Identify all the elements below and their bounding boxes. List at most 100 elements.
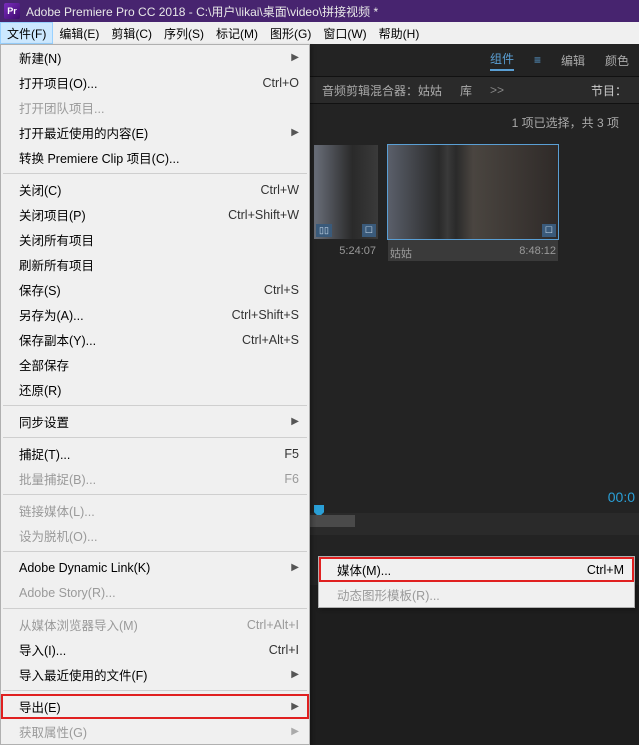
thumbnail-strip: ▯▯ ☐ 5:24:07 ☐ 姑姑 8:48:12 (310, 137, 639, 261)
menu-file[interactable]: 文件(F) (0, 22, 53, 44)
menu-item-label: 捕捉(T)... (19, 444, 70, 463)
menu-item-label: 关闭项目(P) (19, 205, 86, 224)
menu-window[interactable]: 窗口(W) (317, 22, 372, 44)
chevron-right-icon[interactable]: >> (490, 83, 504, 97)
panel-tab-audiomixer[interactable]: 音频剪辑混合器：姑姑 (322, 82, 442, 99)
menu-separator (3, 690, 307, 691)
menu-item[interactable]: 新建(N) ▶ (1, 45, 309, 70)
thumb-duration: 8:48:12 (519, 245, 556, 261)
menu-item[interactable]: Adobe Dynamic Link(K) ▶ (1, 555, 309, 580)
expand-badge-icon: ☐ (362, 224, 376, 237)
panel-tab-library[interactable]: 库 (460, 82, 472, 99)
panel-tab-program[interactable]: 节目： (591, 82, 627, 99)
menu-separator (3, 173, 307, 174)
thumbnail-item[interactable]: ☐ 姑姑 8:48:12 (388, 145, 558, 261)
menu-item-label: 导入最近使用的文件(F) (19, 665, 147, 684)
menu-item-label: Adobe Dynamic Link(K) (19, 561, 150, 575)
menu-item-label: 另存为(A)... (19, 305, 84, 324)
menu-item[interactable]: 打开最近使用的内容(E)▶ (1, 120, 309, 145)
export-submenu: 媒体(M)...Ctrl+M动态图形模板(R)... (318, 556, 635, 608)
menu-item-shortcut: F6 (284, 472, 299, 486)
expand-badge-icon: ☐ (542, 224, 556, 237)
menu-item-label: 打开项目(O)... (19, 73, 97, 92)
thumbnail-item[interactable]: ▯▯ ☐ 5:24:07 (314, 145, 378, 261)
titlebar: Pr Adobe Premiere Pro CC 2018 - C:\用户\li… (0, 0, 639, 22)
thumb-duration: 5:24:07 (339, 245, 376, 257)
menu-item-label: 关闭所有项目 (19, 230, 94, 249)
menu-item[interactable]: 全部保存 (1, 352, 309, 377)
menu-item[interactable]: 导入(I)...Ctrl+I (1, 637, 309, 662)
tab-color[interactable]: 颜色 (605, 52, 629, 69)
menu-item-shortcut: Ctrl+Alt+I (247, 618, 299, 632)
menu-item-shortcut: Ctrl+Alt+S (242, 333, 299, 347)
menu-item: Adobe Story(R)... (1, 580, 309, 605)
hamburger-icon[interactable]: ≡ (534, 53, 541, 67)
menu-item-label: 转换 Premiere Clip 项目(C)... (19, 148, 179, 167)
menu-item[interactable]: 保存副本(Y)... Ctrl+Alt+S (1, 327, 309, 352)
timeline-track[interactable] (310, 513, 639, 535)
menu-item[interactable]: 保存(S) Ctrl+S (1, 277, 309, 302)
menu-item-label: 关闭(C) (19, 180, 61, 199)
tab-assembly[interactable]: 组件 (490, 50, 514, 71)
menu-item-shortcut: Ctrl+S (264, 283, 299, 297)
menu-item[interactable]: 另存为(A)... Ctrl+Shift+S (1, 302, 309, 327)
menu-item-label: 打开团队项目... (19, 98, 104, 117)
menu-item-shortcut: Ctrl+W (260, 183, 299, 197)
menu-item-shortcut: Ctrl+I (269, 643, 299, 657)
menu-item[interactable]: 导出(E)▶ (1, 694, 309, 719)
menubar: 文件(F) 编辑(E) 剪辑(C) 序列(S) 标记(M) 图形(G) 窗口(W… (0, 22, 639, 44)
menu-item-label: 保存(S) (19, 280, 61, 299)
menu-item[interactable]: 关闭项目(P)Ctrl+Shift+W (1, 202, 309, 227)
submenu-item-label: 媒体(M)... (337, 560, 391, 579)
tab-edit[interactable]: 编辑 (561, 52, 585, 69)
menu-item-shortcut: Ctrl+Shift+S (232, 308, 299, 322)
menu-item[interactable]: 捕捉(T)...F5 (1, 441, 309, 466)
menu-help[interactable]: 帮助(H) (373, 22, 426, 44)
menu-item[interactable]: 转换 Premiere Clip 项目(C)... (1, 145, 309, 170)
menu-item[interactable]: 打开项目(O)... Ctrl+O (1, 70, 309, 95)
menu-item[interactable]: 刷新所有项目 (1, 252, 309, 277)
menu-item-label: 还原(R) (19, 380, 61, 399)
chevron-right-icon: ▶ (291, 52, 299, 63)
menu-item-label: 设为脱机(O)... (19, 526, 97, 545)
submenu-item-shortcut: Ctrl+M (587, 563, 624, 577)
menu-separator (3, 405, 307, 406)
menu-item[interactable]: 还原(R) (1, 377, 309, 402)
menu-separator (3, 437, 307, 438)
chevron-right-icon: ▶ (291, 562, 299, 573)
menu-marker[interactable]: 标记(M) (210, 22, 264, 44)
menu-separator (3, 494, 307, 495)
menu-edit[interactable]: 编辑(E) (53, 22, 105, 44)
menu-item-label: 导出(E) (19, 697, 61, 716)
menu-item[interactable]: 导入最近使用的文件(F) ▶ (1, 662, 309, 687)
timeline-clip[interactable] (310, 515, 355, 527)
chevron-right-icon: ▶ (291, 416, 299, 427)
menu-item-label: 全部保存 (19, 355, 69, 374)
selection-status: 1 项已选择，共 3 项 (310, 104, 639, 137)
menu-item-label: 批量捕捉(B)... (19, 469, 96, 488)
menu-item-label: 同步设置 (19, 412, 69, 431)
menu-item: 打开团队项目... (1, 95, 309, 120)
workspace-tabbar: 组件 ≡ 编辑 颜色 (310, 44, 639, 76)
menu-separator (3, 551, 307, 552)
menu-item-label: 从媒体浏览器导入(M) (19, 615, 138, 634)
menu-item-label: 新建(N) (19, 48, 61, 67)
chevron-right-icon: ▶ (291, 726, 299, 737)
menu-item: 获取属性(G)▶ (1, 719, 309, 744)
chevron-right-icon: ▶ (291, 669, 299, 680)
menu-sequence[interactable]: 序列(S) (158, 22, 210, 44)
thumb-name: 姑姑 (390, 245, 412, 261)
submenu-item[interactable]: 媒体(M)... Ctrl+M (319, 557, 634, 582)
menu-item-shortcut: Ctrl+O (263, 76, 299, 90)
menu-graphics[interactable]: 图形(G) (264, 22, 317, 44)
menu-item-label: 保存副本(Y)... (19, 330, 96, 349)
menu-clip[interactable]: 剪辑(C) (105, 22, 158, 44)
menu-item: 从媒体浏览器导入(M) Ctrl+Alt+I (1, 612, 309, 637)
menu-item[interactable]: 同步设置 ▶ (1, 409, 309, 434)
audio-video-badge-icon: ▯▯ (316, 224, 332, 237)
menu-item[interactable]: 关闭所有项目 (1, 227, 309, 252)
menu-separator (3, 608, 307, 609)
menu-item: 链接媒体(L)... (1, 498, 309, 523)
menu-item-label: 刷新所有项目 (19, 255, 94, 274)
menu-item[interactable]: 关闭(C) Ctrl+W (1, 177, 309, 202)
